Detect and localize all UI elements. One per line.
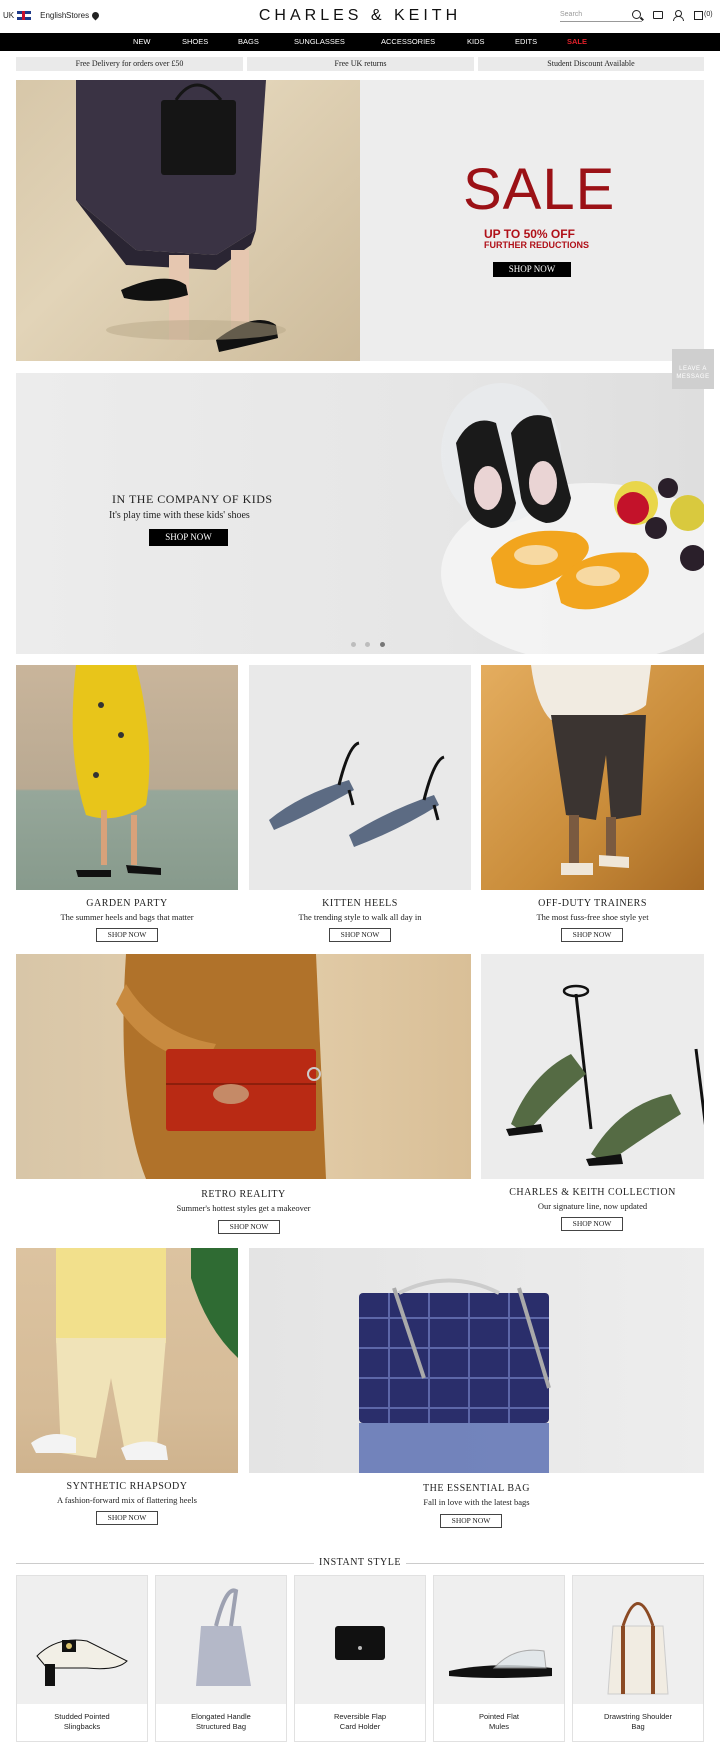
product-name: Elongated Handle Structured Bag xyxy=(156,1712,286,1732)
kids-banner-title: IN THE COMPANY OF KIDS xyxy=(112,492,273,506)
search-input[interactable]: Search xyxy=(560,9,642,22)
essential-bag-illustration xyxy=(359,1278,551,1473)
product-name-line1: Studded Pointed xyxy=(54,1712,110,1721)
hero-shop-now-button[interactable]: SHOP NOW xyxy=(493,262,571,277)
product-card[interactable]: Pointed Flat Mules xyxy=(433,1575,565,1742)
top-bar: UK English Stores CHARLES & KEITH Search… xyxy=(0,0,720,33)
product-name-line2: Structured Bag xyxy=(195,1722,247,1731)
ck-collection-title: CHARLES & KEITH COLLECTION xyxy=(509,1187,676,1198)
off-duty-trainers-image[interactable] xyxy=(481,665,704,890)
product-card[interactable]: Elongated Handle Structured Bag xyxy=(155,1575,287,1742)
garden-party-shop-button[interactable]: SHOP NOW xyxy=(96,928,158,942)
cart-count[interactable]: (0) xyxy=(704,11,713,18)
synthetic-rhapsody-image[interactable] xyxy=(16,1248,238,1473)
product-name: Reversible Flap Card Holder xyxy=(295,1712,425,1732)
product-name-line2: Slingbacks xyxy=(63,1722,101,1731)
nav-item-new[interactable]: NEW xyxy=(133,37,151,46)
nav-item-sale[interactable]: SALE xyxy=(567,37,587,46)
product-card[interactable]: Studded Pointed Slingbacks xyxy=(16,1575,148,1742)
product-name-line2: Card Holder xyxy=(339,1722,381,1731)
kitten-heels-image[interactable] xyxy=(249,665,471,890)
off-duty-trainers-shop-button[interactable]: SHOP NOW xyxy=(561,928,623,942)
leave-message-widget[interactable]: LEAVE A MESSAGE xyxy=(672,349,714,389)
product-name: Pointed Flat Mules xyxy=(434,1712,564,1732)
carousel-dot-1[interactable] xyxy=(351,642,356,647)
promo-free-delivery[interactable]: Free Delivery for orders over £50 xyxy=(16,57,243,71)
off-duty-trainers-subtitle: The most fuss-free shoe style yet xyxy=(536,912,649,922)
garden-party-illustration xyxy=(72,665,161,877)
off-duty-trainers-title: OFF-DUTY TRAINERS xyxy=(538,898,647,909)
ck-collection-subtitle: Our signature line, now updated xyxy=(537,1201,648,1211)
product-image[interactable] xyxy=(573,1576,703,1704)
sale-subtitle: UP TO 50% OFF xyxy=(484,227,575,241)
retro-reality-title: RETRO REALITY xyxy=(201,1189,286,1200)
kids-shop-now-button[interactable]: SHOP NOW xyxy=(149,529,228,546)
nav-item-accessories[interactable]: ACCESSORIES xyxy=(381,37,435,46)
ck-collection-image[interactable] xyxy=(481,954,704,1179)
essential-bag-image[interactable] xyxy=(249,1248,704,1473)
carousel-dot-2[interactable] xyxy=(365,642,370,647)
kitten-heels-title: KITTEN HEELS xyxy=(322,898,398,909)
nav-item-shoes[interactable]: SHOES xyxy=(182,37,208,46)
kitten-heels-shop-button[interactable]: SHOP NOW xyxy=(329,928,391,942)
essential-bag-shop-button[interactable]: SHOP NOW xyxy=(440,1514,502,1528)
main-nav: NEW SHOES BAGS SUNGLASSES ACCESSORIES KI… xyxy=(0,33,720,51)
product-card[interactable]: Drawstring Shoulder Bag xyxy=(572,1575,704,1742)
drawstring-bag-illustration xyxy=(607,1602,669,1695)
ck-collection-shop-button[interactable]: SHOP NOW xyxy=(561,1217,623,1231)
garden-party-title: GARDEN PARTY xyxy=(86,898,168,909)
product-card[interactable]: Reversible Flap Card Holder xyxy=(294,1575,426,1742)
product-name-line1: Drawstring Shoulder xyxy=(604,1712,672,1721)
nav-item-bags[interactable]: BAGS xyxy=(238,37,259,46)
promo-student-discount[interactable]: Student Discount Available xyxy=(478,57,704,71)
product-name-line2: Mules xyxy=(488,1722,509,1731)
flat-mule-illustration xyxy=(449,1649,552,1678)
slingback-illustration xyxy=(36,1639,128,1686)
garden-party-image[interactable] xyxy=(16,665,238,890)
essential-bag-title: THE ESSENTIAL BAG xyxy=(422,1483,530,1494)
retro-reality-shop-button[interactable]: SHOP NOW xyxy=(218,1220,280,1234)
search-icon[interactable] xyxy=(632,10,641,19)
card-holder-illustration xyxy=(335,1626,385,1660)
off-duty-trainers-illustration xyxy=(531,665,651,875)
essential-bag-subtitle: Fall in love with the latest bags xyxy=(423,1497,530,1507)
product-image[interactable] xyxy=(295,1576,425,1704)
synthetic-rhapsody-subtitle: A fashion-forward mix of flattering heel… xyxy=(57,1495,197,1505)
product-name-line2: Bag xyxy=(631,1722,645,1731)
retro-reality-subtitle: Summer's hottest styles get a makeover xyxy=(176,1203,311,1213)
carousel-dot-3[interactable] xyxy=(380,642,385,647)
nav-item-sunglasses[interactable]: SUNGLASSES xyxy=(294,37,345,46)
synthetic-rhapsody-title: SYNTHETIC RHAPSODY xyxy=(66,1481,188,1492)
retro-reality-illustration xyxy=(116,954,326,1179)
garden-party-subtitle: The summer heels and bags that matter xyxy=(60,912,194,922)
product-name: Studded Pointed Slingbacks xyxy=(17,1712,147,1732)
product-image[interactable] xyxy=(17,1576,147,1704)
synthetic-rhapsody-shop-button[interactable]: SHOP NOW xyxy=(96,1511,158,1525)
product-name-line1: Elongated Handle xyxy=(191,1712,251,1721)
product-image[interactable] xyxy=(434,1576,564,1704)
kitten-heels-subtitle: The trending style to walk all day in xyxy=(298,912,422,922)
product-name: Drawstring Shoulder Bag xyxy=(573,1712,703,1732)
kitten-heels-illustration xyxy=(269,741,445,847)
nav-item-kids[interactable]: KIDS xyxy=(467,37,485,46)
hero-illustration xyxy=(76,80,286,352)
retro-reality-image[interactable] xyxy=(16,954,471,1179)
nav-item-edits[interactable]: EDITS xyxy=(515,37,537,46)
account-icon[interactable] xyxy=(673,10,684,21)
instant-style-title: INSTANT STYLE xyxy=(319,1557,401,1568)
chat-icon[interactable] xyxy=(653,11,663,19)
hero-image[interactable] xyxy=(16,80,360,361)
promo-free-returns[interactable]: Free UK returns xyxy=(247,57,474,71)
sale-subtitle-secondary: FURTHER REDUCTIONS xyxy=(484,240,589,250)
kids-banner-subtitle: It's play time with these kids' shoes xyxy=(109,510,250,521)
structured-bag-illustration xyxy=(196,1588,251,1686)
ck-collection-illustration xyxy=(506,984,704,1166)
synthetic-rhapsody-illustration xyxy=(31,1248,238,1460)
product-name-line1: Pointed Flat xyxy=(478,1712,520,1721)
sale-title: SALE xyxy=(463,157,616,222)
product-image[interactable] xyxy=(156,1576,286,1704)
product-name-line1: Reversible Flap xyxy=(333,1712,387,1721)
shopping-bag-icon[interactable] xyxy=(694,11,703,20)
